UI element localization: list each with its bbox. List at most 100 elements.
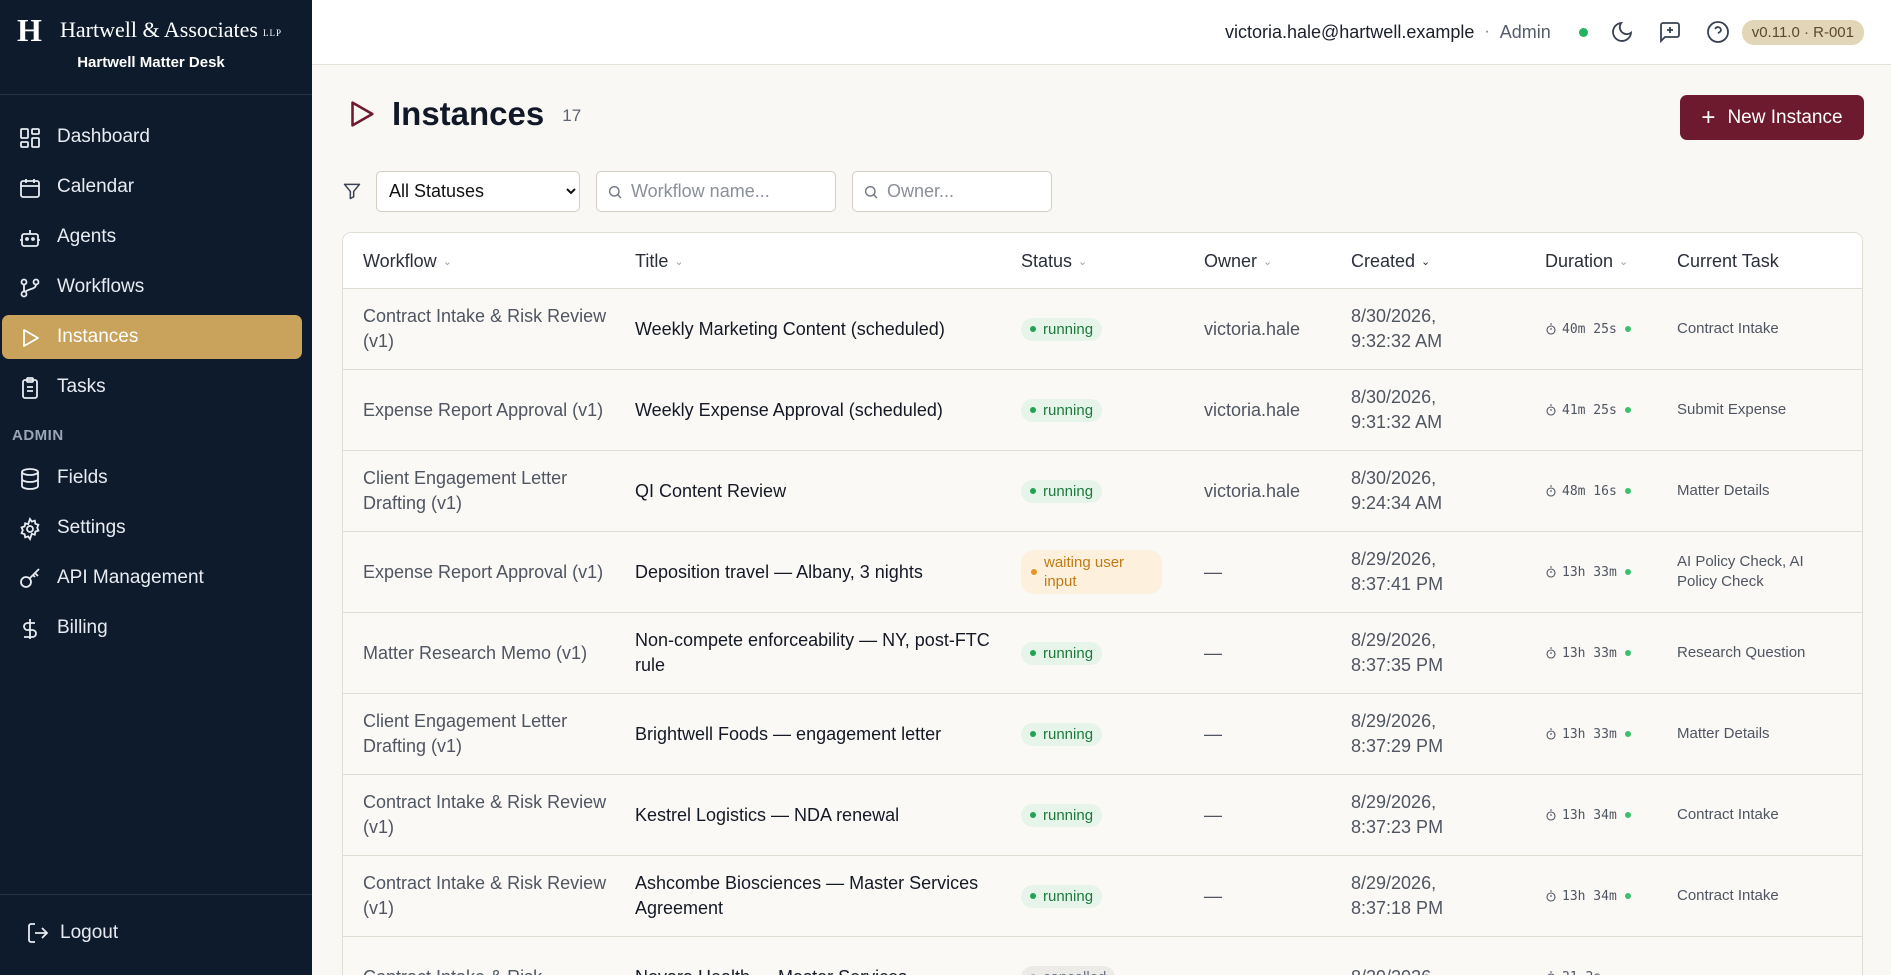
title-cell[interactable]: Novara Health — Master Services — [635, 937, 1005, 975]
column-header-label: Status — [1021, 250, 1073, 271]
title-cell[interactable]: Ashcombe Biosciences — Master Services A… — [635, 856, 1005, 936]
sidebar-footer: Logout — [0, 894, 312, 975]
brand-suffix: LLP — [262, 28, 282, 38]
duration-cell: 13h 33m — [1545, 532, 1655, 612]
moon-icon[interactable] — [1610, 20, 1634, 44]
table-row[interactable]: Expense Report Approval (v1) Weekly Expen… — [343, 370, 1862, 451]
table-header: Workflow ⌄ Title ⌄ Status ⌄ Owner ⌄ Created ⌄… — [343, 233, 1862, 289]
status-label: waiting user input — [1044, 554, 1125, 590]
table-row[interactable]: Client Engagement Letter Drafting (v1) Br… — [343, 694, 1862, 775]
workflow-cell: Matter Research Memo (v1) — [363, 642, 588, 663]
sidebar-item-dashboard[interactable]: Dashboard — [2, 115, 302, 159]
status-badge: running — [1021, 641, 1103, 665]
chevron-down-icon: ⌄ — [1619, 255, 1629, 268]
brand-logo: H — [17, 12, 42, 48]
sidebar-item-agents[interactable]: Agents — [2, 215, 302, 259]
sidebar-item-label: Tasks — [57, 376, 106, 397]
dollar-icon — [23, 619, 37, 639]
user-email: victoria.hale@hartwell.example — [1224, 21, 1475, 42]
column-header-duration[interactable]: Duration ⌄ — [1545, 233, 1628, 289]
sidebar-item-label: API Management — [57, 567, 204, 588]
chevron-down-icon: ⌄ — [442, 255, 452, 268]
duration-cell: 48m 16s — [1545, 451, 1655, 531]
new-instance-button[interactable]: + New Instance — [1680, 95, 1864, 140]
chevron-down-icon: ⌄ — [1078, 255, 1088, 268]
table-row[interactable]: Client Engagement Letter Drafting (v1) QI… — [343, 451, 1862, 532]
logout-button[interactable]: Logout — [26, 921, 118, 945]
workflow-name-input[interactable] — [597, 171, 835, 211]
duration-cell: 40m 25s — [1545, 289, 1655, 369]
table-row[interactable]: Contract Intake & Risk Review (v1) Weekly… — [343, 289, 1862, 370]
current-task-cell: Matter Details — [1677, 725, 1770, 742]
duration-value: 13h 34m — [1562, 807, 1617, 823]
status-label: running — [1043, 401, 1094, 419]
column-header-status[interactable]: Status ⌄ — [1021, 233, 1087, 289]
title-cell[interactable]: Non-compete enforceability — NY, post-FT… — [635, 613, 1005, 693]
sidebar-item-tasks[interactable]: Tasks — [2, 365, 302, 409]
owner-cell: victoria.hale — [1204, 399, 1301, 420]
column-header-label: Current Task — [1677, 250, 1779, 271]
sidebar-item-fields[interactable]: Fields — [2, 456, 302, 500]
sidebar-item-api-management[interactable]: API Management — [2, 556, 302, 600]
status-dot — [1030, 893, 1036, 899]
title-cell[interactable]: Brightwell Foods — engagement letter — [635, 694, 1005, 774]
table-row[interactable]: Contract Intake & Risk Novara Health — Ma… — [343, 937, 1862, 975]
separator: · — [1484, 23, 1490, 40]
timer-icon — [1546, 809, 1556, 821]
sidebar-item-calendar[interactable]: Calendar — [2, 165, 302, 209]
column-header-owner[interactable]: Owner ⌄ — [1204, 233, 1272, 289]
current-task-cell — [1677, 937, 1847, 975]
sidebar-item-workflows[interactable]: Workflows — [2, 265, 302, 309]
online-status-indicator — [1578, 27, 1588, 37]
table-row[interactable]: Matter Research Memo (v1) Non-compete enf… — [343, 613, 1862, 694]
live-indicator — [1624, 893, 1631, 899]
current-task-cell: AI Policy Check, AI Policy Check — [1677, 553, 1804, 590]
timer-icon — [1546, 728, 1556, 740]
sidebar-item-settings[interactable]: Settings — [2, 506, 302, 550]
search-icon — [609, 185, 622, 198]
created-cell: 8/30/2026, 9:31:32 AM — [1351, 387, 1443, 432]
created-cell: 8/29/2026, 8:37:29 PM — [1351, 711, 1444, 756]
instance-count: 17 — [562, 106, 582, 125]
table-row[interactable]: Contract Intake & Risk Review (v1) Ashcom… — [343, 856, 1862, 937]
title-cell[interactable]: Weekly Expense Approval (scheduled) — [635, 370, 1005, 450]
sidebar-item-label: Instances — [57, 326, 139, 347]
status-cell: running — [1021, 856, 1171, 936]
owner-cell: victoria.hale — [1204, 480, 1301, 501]
help-icon[interactable] — [1706, 20, 1730, 44]
duration-cell: 13h 34m — [1545, 775, 1655, 855]
instances-table: Workflow ⌄ Title ⌄ Status ⌄ Owner ⌄ Created ⌄… — [342, 232, 1863, 975]
owner-input[interactable] — [853, 171, 1051, 211]
admin-section-label: ADMIN — [12, 427, 64, 444]
status-cell: running — [1021, 775, 1171, 855]
owner-cell: — — [1204, 561, 1222, 582]
sidebar-item-billing[interactable]: Billing — [2, 606, 302, 650]
play-icon — [351, 101, 374, 127]
column-header-created[interactable]: Created ⌄ — [1351, 233, 1430, 289]
status-dot — [1030, 488, 1036, 494]
page-title: Instances — [392, 95, 545, 132]
workflow-cell: Contract Intake & Risk Review (v1) — [363, 792, 607, 837]
column-header-workflow[interactable]: Workflow ⌄ — [363, 233, 452, 289]
workflow-search-box — [596, 170, 836, 212]
title-cell[interactable]: Deposition travel — Albany, 3 nights — [635, 532, 1005, 612]
column-header-title[interactable]: Title ⌄ — [635, 233, 684, 289]
table-row[interactable]: Expense Report Approval (v1) Deposition t… — [343, 532, 1862, 613]
status-badge: waiting user input — [1021, 550, 1162, 594]
table-row[interactable]: Contract Intake & Risk Review (v1) Kestre… — [343, 775, 1862, 856]
status-label: running — [1043, 644, 1094, 662]
owner-cell: — — [1204, 723, 1222, 744]
title-cell[interactable]: Kestrel Logistics — NDA renewal — [635, 775, 1005, 855]
duration-value: 21.2s — [1562, 970, 1601, 975]
sidebar-item-instances[interactable]: Instances — [2, 315, 302, 359]
title-cell[interactable]: QI Content Review — [635, 451, 1005, 531]
version-badge: v0.11.0 · R-001 — [1741, 19, 1864, 45]
sidebar-item-label: Fields — [57, 467, 108, 488]
status-filter-select[interactable]: All Statuses — [376, 170, 580, 212]
chevron-down-icon: ⌄ — [1263, 255, 1273, 268]
live-indicator — [1624, 488, 1631, 494]
status-cell: running — [1021, 289, 1171, 369]
sidebar-item-label: Calendar — [57, 176, 135, 197]
feedback-icon[interactable] — [1658, 20, 1682, 44]
title-cell[interactable]: Weekly Marketing Content (scheduled) — [635, 289, 1005, 369]
